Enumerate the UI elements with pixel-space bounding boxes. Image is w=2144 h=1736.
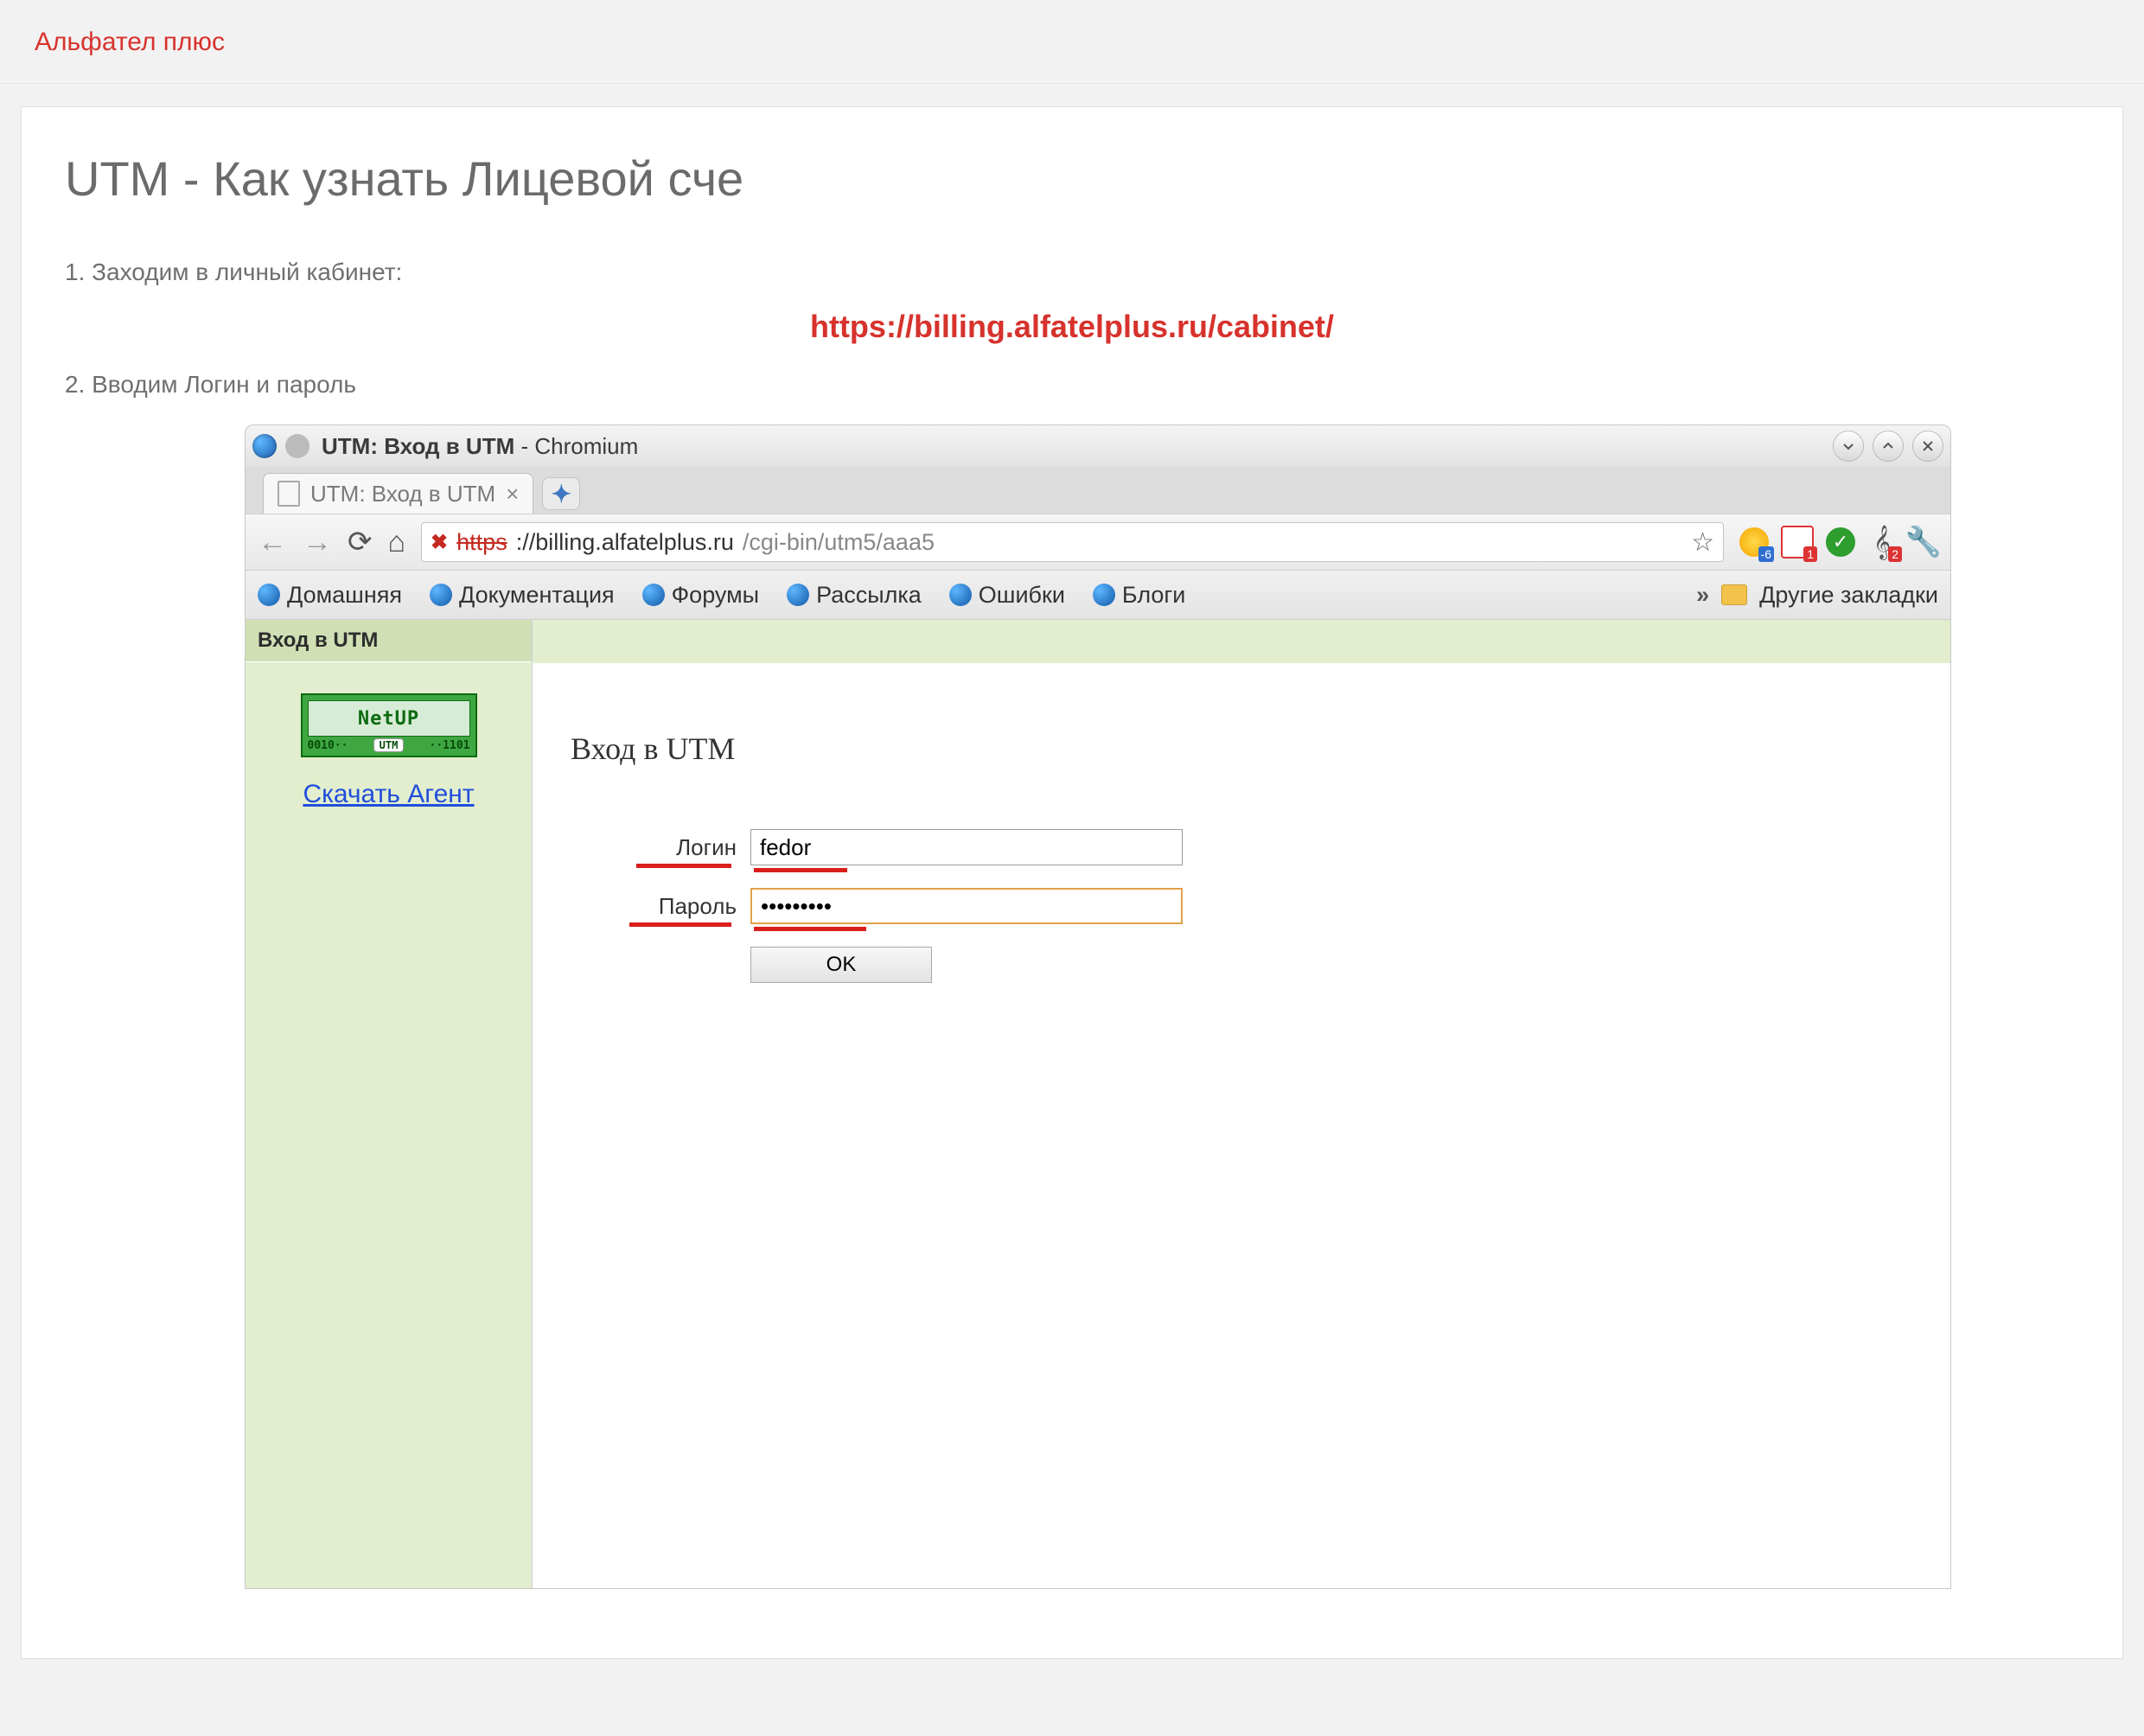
url-host: ://billing.alfatelplus.ru xyxy=(516,529,734,556)
home-button[interactable]: ⌂ xyxy=(388,526,406,559)
netup-badge: NetUP 0010·· UTM ··1101 xyxy=(301,693,477,757)
music-extension-icon[interactable]: 𝄞 xyxy=(1867,527,1897,557)
globe-icon xyxy=(949,584,972,606)
step-2: 2. Вводим Логин и пароль xyxy=(65,371,2079,399)
netup-chip: UTM xyxy=(373,738,405,752)
chromium-icon xyxy=(285,434,309,458)
other-bookmarks[interactable]: Другие закладки xyxy=(1759,582,1938,609)
submit-row: OK xyxy=(750,947,1950,983)
login-input[interactable] xyxy=(750,829,1183,865)
browser-tab[interactable]: UTM: Вход в UTM × xyxy=(263,473,533,514)
url-scheme: https xyxy=(456,529,507,556)
sidebar-title: Вход в UTM xyxy=(246,620,532,662)
bookmark-bugs[interactable]: Ошибки xyxy=(949,582,1065,609)
window-maximize-button[interactable] xyxy=(1873,431,1904,462)
bookmark-label: Форумы xyxy=(672,582,759,609)
globe-icon xyxy=(430,584,452,606)
bookmark-star-icon[interactable]: ☆ xyxy=(1691,527,1714,558)
tab-bar: UTM: Вход в UTM × ✦ xyxy=(246,467,1950,514)
insecure-icon: ✖ xyxy=(431,530,448,555)
page-icon xyxy=(278,481,300,507)
address-bar[interactable]: ✖ https ://billing.alfatelplus.ru/cgi-bin… xyxy=(421,522,1724,562)
window-minimize-button[interactable] xyxy=(1833,431,1864,462)
bookmarks-bar: Домашняя Документация Форумы Рассылка Ош… xyxy=(246,571,1950,620)
globe-icon xyxy=(787,584,809,606)
label-underline xyxy=(636,864,731,868)
window-title-suffix: - Chromium xyxy=(514,433,638,459)
gmail-extension-icon[interactable] xyxy=(1781,526,1814,558)
page-title: UTM - Как узнать Лицевой сче xyxy=(65,150,2079,207)
password-input[interactable] xyxy=(750,888,1183,924)
settings-wrench-icon[interactable]: 🔧 xyxy=(1909,527,1938,557)
utm-sidebar: Вход в UTM NetUP 0010·· UTM ··1101 Скача… xyxy=(246,620,533,1588)
globe-icon xyxy=(642,584,665,606)
password-row: Пароль xyxy=(633,888,1950,924)
password-label: Пароль xyxy=(633,893,750,920)
bookmark-label: Блоги xyxy=(1122,582,1185,609)
reload-button[interactable]: ⟳ xyxy=(348,525,373,559)
step-1: 1. Заходим в личный кабинет: xyxy=(65,258,2079,286)
new-tab-button[interactable]: ✦ xyxy=(542,477,580,510)
bookmark-home[interactable]: Домашняя xyxy=(258,582,402,609)
window-close-button[interactable] xyxy=(1912,431,1943,462)
label-underline xyxy=(629,922,731,927)
netup-right: ··1101 xyxy=(430,739,470,752)
window-title-main: UTM: Вход в UTM xyxy=(322,433,514,459)
brand-link[interactable]: Альфател плюс xyxy=(35,28,225,56)
bookmark-label: Рассылка xyxy=(816,582,922,609)
download-agent-link[interactable]: Скачать Агент xyxy=(246,780,532,809)
forward-button[interactable]: → xyxy=(303,526,332,559)
folder-icon xyxy=(1721,584,1747,605)
bookmark-mailing[interactable]: Рассылка xyxy=(787,582,922,609)
cabinet-url-link[interactable]: https://billing.alfatelplus.ru/cabinet/ xyxy=(810,309,1334,344)
url-path: /cgi-bin/utm5/aaa5 xyxy=(743,529,935,556)
bookmark-docs[interactable]: Документация xyxy=(430,582,615,609)
app-icon xyxy=(252,434,277,458)
utm-page: Вход в UTM NetUP 0010·· UTM ··1101 Скача… xyxy=(246,620,1950,1588)
window-title-bar: UTM: Вход в UTM - Chromium xyxy=(246,425,1950,467)
window-title: UTM: Вход в UTM - Chromium xyxy=(322,433,638,460)
globe-icon xyxy=(258,584,280,606)
bookmark-blogs[interactable]: Блоги xyxy=(1093,582,1185,609)
cabinet-link-row: https://billing.alfatelplus.ru/cabinet/ xyxy=(65,309,2079,345)
tab-label: UTM: Вход в UTM xyxy=(310,481,495,507)
tab-close-icon[interactable]: × xyxy=(506,481,519,507)
nav-bar: ← → ⟳ ⌂ ✖ https ://billing.alfatelplus.ru… xyxy=(246,514,1950,571)
check-extension-icon[interactable] xyxy=(1826,527,1855,557)
globe-icon xyxy=(1093,584,1115,606)
utm-main: Вход в UTM Логин Пароль xyxy=(533,620,1950,1588)
bookmark-forums[interactable]: Форумы xyxy=(642,582,759,609)
browser-window: UTM: Вход в UTM - Chromium UTM: Вход в U… xyxy=(245,424,1951,1589)
login-row: Логин xyxy=(633,829,1950,865)
header-stripe xyxy=(533,620,1950,663)
netup-label: NetUP xyxy=(308,700,470,737)
extension-icons: 𝄞 🔧 xyxy=(1739,526,1938,558)
login-label: Логин xyxy=(633,834,750,861)
value-underline xyxy=(754,927,866,931)
ok-button[interactable]: OK xyxy=(750,947,932,983)
value-underline xyxy=(754,868,847,872)
article-card: UTM - Как узнать Лицевой сче 1. Заходим … xyxy=(21,106,2123,1659)
back-button[interactable]: ← xyxy=(258,526,287,559)
login-heading: Вход в UTM xyxy=(571,731,1950,767)
weather-extension-icon[interactable] xyxy=(1739,527,1769,557)
bookmarks-overflow-icon[interactable]: » xyxy=(1696,582,1709,609)
netup-left: 0010·· xyxy=(308,739,348,752)
bookmark-label: Домашняя xyxy=(287,582,402,609)
bookmark-label: Документация xyxy=(459,582,615,609)
bookmark-label: Ошибки xyxy=(979,582,1065,609)
brand-bar: Альфател плюс xyxy=(0,0,2144,84)
